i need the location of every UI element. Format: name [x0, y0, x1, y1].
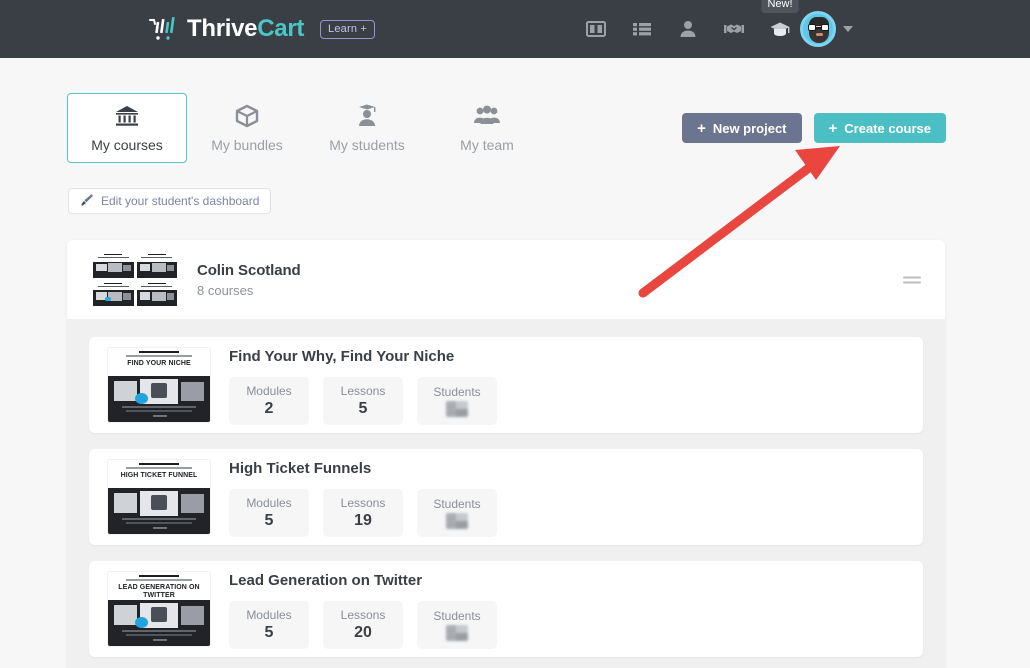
tab-label: My students	[329, 137, 405, 153]
course-title: Find Your Why, Find Your Niche	[229, 347, 455, 365]
new-project-label: New project	[712, 120, 787, 136]
stat-label: Lessons	[340, 495, 386, 510]
people-icon	[473, 103, 501, 129]
project-card: Colin Scotland 8 courses FIND YOUR NICHE	[67, 240, 945, 668]
handshake-icon[interactable]	[723, 18, 745, 40]
course-stats: Modules 5 Lessons 19 Students	[229, 488, 905, 537]
stat-label: Modules	[246, 495, 292, 510]
mini-thumbnail	[136, 252, 177, 278]
bank-icon	[114, 103, 140, 129]
tab-label: My bundles	[211, 137, 283, 153]
course-card[interactable]: HIGH TICKET FUNNEL High Ticket Funnels M…	[89, 449, 923, 545]
plus-icon: +	[697, 119, 706, 137]
course-thumb-title: HIGH TICKET FUNNEL	[120, 471, 198, 479]
project-name: Colin Scotland	[197, 261, 301, 279]
box-icon	[234, 103, 260, 129]
project-info: Colin Scotland 8 courses	[197, 262, 301, 298]
tab-my-bundles[interactable]: My bundles	[187, 93, 307, 163]
stat-value-redacted	[446, 624, 468, 641]
avatar[interactable]	[800, 11, 836, 47]
stat-label: Modules	[246, 383, 292, 398]
course-title: High Ticket Funnels	[229, 459, 372, 477]
stat-label: Students	[433, 608, 481, 623]
stat-lessons: Lessons 5	[323, 376, 403, 425]
main-tabs: My courses My bundles My students My tea…	[67, 93, 547, 163]
create-course-label: Create course	[844, 120, 931, 136]
navbar-icon-group: New!	[585, 0, 799, 58]
stat-label: Students	[433, 496, 481, 511]
stat-value-redacted	[446, 512, 468, 529]
chevron-down-icon[interactable]	[843, 26, 853, 32]
course-thumb-title: FIND YOUR NICHE	[127, 359, 191, 367]
graduation-cap-icon[interactable]: New!	[761, 0, 799, 40]
project-thumbnail-grid	[93, 252, 177, 307]
edit-student-dashboard-button[interactable]: Edit your student's dashboard	[68, 188, 272, 214]
stat-value: 5	[358, 399, 368, 417]
stat-label: Modules	[246, 607, 292, 622]
mini-thumbnail	[93, 281, 134, 307]
stat-modules: Modules 2	[229, 376, 309, 425]
account-menu[interactable]	[800, 11, 853, 47]
course-details: Find Your Why, Find Your Niche Modules 2…	[229, 346, 905, 425]
stat-label: Lessons	[340, 383, 386, 398]
plus-icon: +	[828, 119, 838, 137]
project-course-list: FIND YOUR NICHE Find Your Why, Find Your…	[67, 319, 945, 657]
brand-text-thrive: Thrive	[187, 15, 258, 42]
paintbrush-icon	[80, 193, 94, 210]
page-root: ThriveCart Learn + New! My courses My bu…	[0, 0, 1030, 668]
tab-my-team[interactable]: My team	[427, 93, 547, 163]
stat-students: Students	[417, 488, 497, 537]
create-course-button[interactable]: + Create course	[813, 113, 946, 143]
thrivecart-logo-icon	[148, 16, 178, 42]
stat-value: 5	[264, 511, 274, 529]
mini-thumbnail	[136, 281, 177, 307]
course-card[interactable]: LEAD GENERATION ON TWITTER Lead Generati…	[89, 561, 923, 657]
course-thumbnail: HIGH TICKET FUNNEL	[107, 459, 211, 535]
stat-value: 2	[264, 399, 274, 417]
top-navbar: ThriveCart Learn + New!	[0, 0, 1030, 58]
action-buttons: + New project + Create course	[682, 113, 946, 143]
tab-my-courses[interactable]: My courses	[67, 93, 187, 163]
stat-value: 5	[264, 623, 274, 641]
stat-students: Students	[417, 376, 497, 425]
course-details: High Ticket Funnels Modules 5 Lessons 19…	[229, 458, 905, 537]
stat-value-redacted	[446, 400, 468, 417]
course-card[interactable]: FIND YOUR NICHE Find Your Why, Find Your…	[89, 337, 923, 433]
course-details: Lead Generation on Twitter Modules 5 Les…	[229, 570, 905, 649]
course-thumbnail: LEAD GENERATION ON TWITTER	[107, 571, 211, 647]
project-header[interactable]: Colin Scotland 8 courses	[67, 240, 945, 319]
tab-label: My team	[460, 137, 514, 153]
course-thumbnail: FIND YOUR NICHE	[107, 347, 211, 423]
stat-lessons: Lessons 19	[323, 488, 403, 537]
course-thumb-title: LEAD GENERATION ON TWITTER	[118, 583, 200, 599]
brand-text-cart: Cart	[257, 15, 305, 42]
course-title: Lead Generation on Twitter	[229, 571, 423, 589]
tab-my-students[interactable]: My students	[307, 93, 427, 163]
stat-label: Students	[433, 384, 481, 399]
stat-modules: Modules 5	[229, 488, 309, 537]
course-stats: Modules 2 Lessons 5 Students	[229, 376, 905, 425]
list-icon[interactable]	[631, 18, 653, 40]
new-project-button[interactable]: + New project	[682, 113, 802, 143]
course-stats: Modules 5 Lessons 20 Students	[229, 600, 905, 649]
columns-icon[interactable]	[585, 18, 607, 40]
drag-handle[interactable]	[903, 273, 921, 286]
project-course-count: 8 courses	[197, 282, 254, 298]
brand-text: ThriveCart	[187, 15, 304, 43]
tab-label: My courses	[91, 137, 163, 153]
stat-lessons: Lessons 20	[323, 600, 403, 649]
stat-value: 19	[354, 511, 372, 529]
stat-label: Lessons	[340, 607, 386, 622]
person-icon[interactable]	[677, 18, 699, 40]
mini-thumbnail	[93, 252, 134, 278]
graduate-icon	[354, 103, 380, 129]
brand-logo[interactable]: ThriveCart Learn +	[148, 15, 376, 43]
learn-plus-badge[interactable]: Learn +	[320, 19, 376, 39]
new-badge: New!	[761, 0, 799, 13]
stat-students: Students	[417, 600, 497, 649]
stat-modules: Modules 5	[229, 600, 309, 649]
edit-dashboard-label: Edit your student's dashboard	[101, 194, 260, 208]
stat-value: 20	[354, 623, 372, 641]
